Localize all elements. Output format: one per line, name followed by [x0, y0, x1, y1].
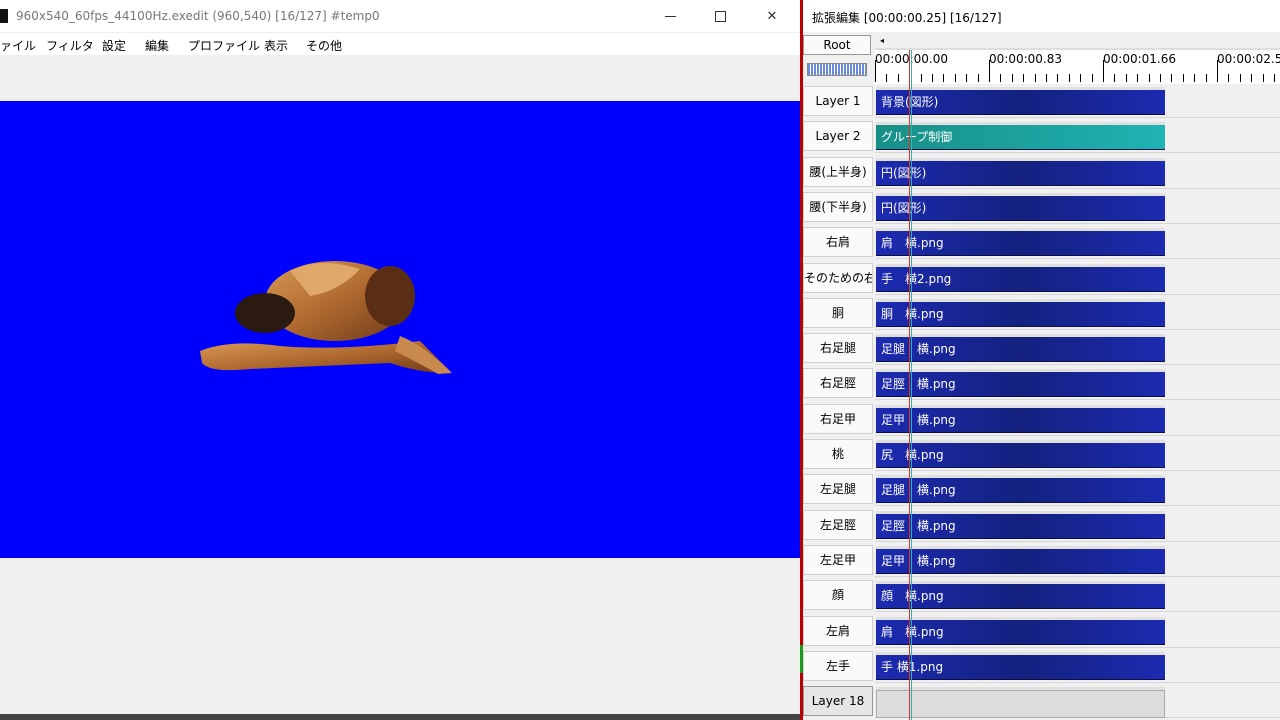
layer-label[interactable]: 左肩 [803, 616, 873, 646]
time-ruler[interactable]: 00:00:00.00 00:00:00.83 00:00:01.66 00:0… [875, 50, 1280, 84]
layer-label[interactable]: 左足脛 [803, 510, 873, 540]
scroll-left-arrow-icon[interactable]: ◂ [876, 35, 888, 47]
layer-label[interactable]: 顔 [803, 580, 873, 610]
object-clip[interactable]: 足甲 横.png [876, 408, 1165, 433]
object-clip[interactable]: 肩 横.png [876, 231, 1165, 256]
menu-view[interactable]: 表示 [264, 37, 288, 54]
object-clip[interactable]: 足腿 横.png [876, 337, 1165, 362]
object-clip[interactable]: 肩 横.png [876, 620, 1165, 645]
ruler-tick-marks [875, 60, 1275, 82]
layer-label[interactable]: Layer 2 [803, 121, 873, 151]
object-clip[interactable]: 顔 横.png [876, 584, 1165, 609]
layer-label[interactable]: Layer 1 [803, 86, 873, 116]
menu-settings[interactable]: 設定 [102, 37, 126, 54]
layer-label[interactable]: 右足甲 [803, 404, 873, 434]
layer-label[interactable]: 左手 [803, 651, 873, 681]
layer-label[interactable]: 腰(下半身) [803, 192, 873, 222]
main-titlebar: 960x540_60fps_44100Hz.exedit (960,540) [… [0, 0, 800, 32]
group-control-clip[interactable]: グループ制御 [876, 125, 1165, 150]
preview-canvas[interactable] [0, 101, 800, 558]
main-window: 960x540_60fps_44100Hz.exedit (960,540) [… [0, 0, 800, 720]
layer-label[interactable]: 右足腿 [803, 333, 873, 363]
window-title: 960x540_60fps_44100Hz.exedit (960,540) [… [16, 9, 380, 23]
object-clip[interactable]: 背景(図形) [876, 90, 1165, 115]
object-clip[interactable]: 円(図形) [876, 196, 1165, 221]
object-clip[interactable]: 円(図形) [876, 161, 1165, 186]
layer-label[interactable]: Layer 18 [803, 686, 873, 716]
object-clip[interactable]: 足甲 横.png [876, 549, 1165, 574]
object-clip[interactable]: 手 横2.png [876, 267, 1165, 292]
object-clip[interactable]: 胴 横.png [876, 302, 1165, 327]
empty-clip[interactable] [876, 690, 1165, 718]
menu-edit[interactable]: 編集 [145, 37, 169, 54]
maximize-icon [714, 10, 726, 22]
layer-label[interactable]: そのための右 [803, 263, 873, 293]
playhead-cursor[interactable] [909, 50, 910, 720]
main-bottom-bar [0, 714, 800, 720]
object-clip[interactable]: 手 横1.png [876, 655, 1165, 680]
layer-label[interactable]: 右肩 [803, 227, 873, 257]
object-clip[interactable]: 足脛 横.png [876, 372, 1165, 397]
playhead-cursor-shadow [911, 50, 912, 720]
menu-other[interactable]: その他 [306, 37, 342, 54]
layer-label[interactable]: 右足脛 [803, 368, 873, 398]
close-button[interactable]: ✕ [747, 0, 797, 32]
layer-label[interactable]: 左足甲 [803, 545, 873, 575]
crouching-figure-image [200, 261, 452, 374]
app-icon [0, 9, 8, 23]
menu-profile[interactable]: プロファイル [188, 37, 260, 54]
menu-file[interactable]: ァイル [0, 37, 36, 54]
minimize-button[interactable] [645, 0, 695, 32]
layer-label[interactable]: 桃 [803, 439, 873, 469]
timeline-title: 拡張編集 [00:00:00.25] [16/127] [812, 11, 1002, 25]
object-clip[interactable]: 尻 横.png [876, 443, 1165, 468]
object-clip[interactable]: 足脛 横.png [876, 514, 1165, 539]
maximize-button[interactable] [695, 0, 745, 32]
menubar: ァイル フィルタ 設定 編集 プロファイル 表示 その他 [0, 33, 800, 55]
object-clip[interactable]: 足腿 横.png [876, 478, 1165, 503]
timeline-titlebar: 拡張編集 [00:00:00.25] [16/127] [803, 0, 1280, 32]
layer-label[interactable]: 腰(上半身) [803, 157, 873, 187]
layer-label[interactable]: 左足腿 [803, 474, 873, 504]
minimize-icon [664, 15, 676, 17]
layer-label[interactable]: 胴 [803, 298, 873, 328]
active-layer-marker [800, 645, 803, 673]
zoom-slider[interactable] [807, 63, 867, 76]
root-button[interactable]: Root [803, 35, 871, 55]
menu-filter[interactable]: フィルタ [46, 37, 94, 54]
